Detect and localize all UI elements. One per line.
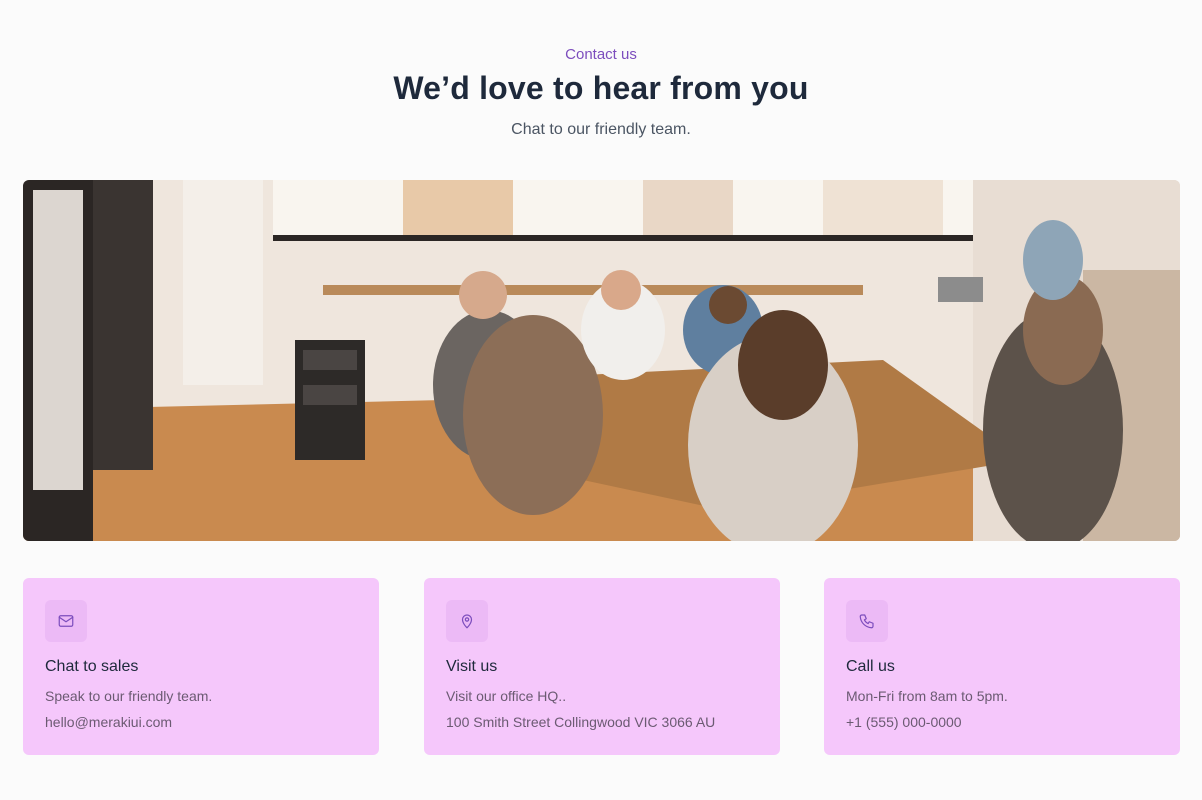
team-photo <box>23 180 1180 541</box>
card-description: Speak to our friendly team. <box>45 688 213 704</box>
map-pin-icon <box>446 600 488 642</box>
card-title: Call us <box>846 658 895 675</box>
address-link[interactable]: 100 Smith Street Collingwood VIC 3066 AU <box>446 714 715 730</box>
mail-icon <box>45 600 87 642</box>
card-description: Mon-Fri from 8am to 5pm. <box>846 688 1008 704</box>
phone-link[interactable]: +1 (555) 000-0000 <box>846 714 962 730</box>
card-visit-us: Visit us Visit our office HQ.. 100 Smith… <box>424 578 780 755</box>
page-title: We’d love to hear from you <box>393 70 809 106</box>
email-link[interactable]: hello@merakiui.com <box>45 714 172 730</box>
card-title: Visit us <box>446 658 498 675</box>
card-title: Chat to sales <box>45 658 139 675</box>
phone-icon <box>846 600 888 642</box>
card-chat-to-sales: Chat to sales Speak to our friendly team… <box>23 578 379 755</box>
page-subtitle: Chat to our friendly team. <box>511 121 691 138</box>
eyebrow-label: Contact us <box>565 46 637 63</box>
card-call-us: Call us Mon-Fri from 8am to 5pm. +1 (555… <box>824 578 1180 755</box>
card-description: Visit our office HQ.. <box>446 688 567 704</box>
